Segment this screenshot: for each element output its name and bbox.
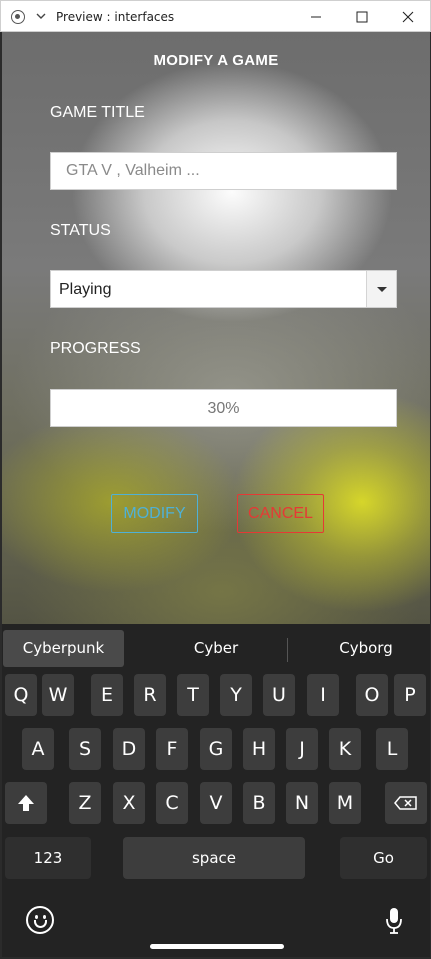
chevron-down-icon[interactable] xyxy=(34,9,48,23)
minimize-button[interactable] xyxy=(293,1,339,33)
suggestion-bar: Cyberpunk Cyber Cyborg xyxy=(2,624,430,670)
close-button[interactable] xyxy=(385,1,431,33)
key-b[interactable]: B xyxy=(243,782,275,824)
key-r[interactable]: R xyxy=(134,674,166,716)
key-t[interactable]: T xyxy=(177,674,209,716)
shift-key[interactable] xyxy=(5,782,47,824)
progress-label: PROGRESS xyxy=(50,340,141,357)
key-x[interactable]: X xyxy=(113,782,145,824)
key-p[interactable]: P xyxy=(394,674,426,716)
key-v[interactable]: V xyxy=(200,782,232,824)
key-y[interactable]: Y xyxy=(220,674,252,716)
key-e[interactable]: E xyxy=(91,674,123,716)
progress-value: 30% xyxy=(207,400,240,417)
numbers-key[interactable]: 123 xyxy=(5,837,91,879)
suggestion-divider xyxy=(287,638,288,662)
space-key[interactable]: space xyxy=(123,837,305,879)
key-o[interactable]: O xyxy=(356,674,388,716)
status-label: STATUS xyxy=(50,222,111,239)
key-w[interactable]: W xyxy=(42,674,74,716)
progress-input[interactable]: 30% xyxy=(50,389,397,427)
suggestion-item[interactable]: Cyberpunk xyxy=(3,630,124,667)
shift-icon xyxy=(18,795,34,811)
key-i[interactable]: I xyxy=(307,674,339,716)
backspace-icon xyxy=(394,796,417,810)
modify-button[interactable]: MODIFY xyxy=(111,494,198,533)
status-dropdown-button[interactable] xyxy=(366,271,396,307)
game-title-label: GAME TITLE xyxy=(50,104,145,121)
suggestion-item[interactable]: Cyborg xyxy=(302,630,430,667)
key-n[interactable]: N xyxy=(286,782,318,824)
suggestion-item[interactable]: Cyber xyxy=(152,630,280,667)
key-u[interactable]: U xyxy=(263,674,295,716)
key-j[interactable]: J xyxy=(286,728,318,770)
window-title: Preview : interfaces xyxy=(56,10,175,24)
modify-game-screen: MODIFY A GAME GAME TITLE STATUS Playing … xyxy=(2,32,430,624)
backspace-key[interactable] xyxy=(385,782,427,824)
maximize-button[interactable] xyxy=(339,1,385,33)
microphone-icon[interactable] xyxy=(384,906,404,936)
go-key[interactable]: Go xyxy=(340,837,427,879)
status-select[interactable]: Playing xyxy=(50,270,397,308)
window-titlebar: Preview : interfaces xyxy=(0,0,431,32)
emoji-eye xyxy=(35,915,38,919)
status-selected-value: Playing xyxy=(59,281,112,298)
app-icon xyxy=(11,10,25,24)
cancel-button[interactable]: CANCEL xyxy=(237,494,324,533)
page-title: MODIFY A GAME xyxy=(153,52,279,69)
emoji-eye xyxy=(43,915,46,919)
game-title-input[interactable] xyxy=(50,152,397,190)
key-s[interactable]: S xyxy=(69,728,101,770)
key-a[interactable]: A xyxy=(22,728,54,770)
key-h[interactable]: H xyxy=(243,728,275,770)
home-indicator xyxy=(150,944,284,949)
caret-down-icon xyxy=(377,287,387,292)
key-z[interactable]: Z xyxy=(69,782,101,824)
key-c[interactable]: C xyxy=(156,782,188,824)
key-l[interactable]: L xyxy=(376,728,408,770)
key-k[interactable]: K xyxy=(329,728,361,770)
key-d[interactable]: D xyxy=(113,728,145,770)
key-g[interactable]: G xyxy=(200,728,232,770)
emoji-icon[interactable] xyxy=(26,906,54,934)
emoji-mouth xyxy=(34,920,47,928)
key-f[interactable]: F xyxy=(156,728,188,770)
on-screen-keyboard: Cyberpunk Cyber Cyborg Q W E R T Y U I O… xyxy=(2,624,430,957)
key-m[interactable]: M xyxy=(329,782,361,824)
key-q[interactable]: Q xyxy=(5,674,37,716)
